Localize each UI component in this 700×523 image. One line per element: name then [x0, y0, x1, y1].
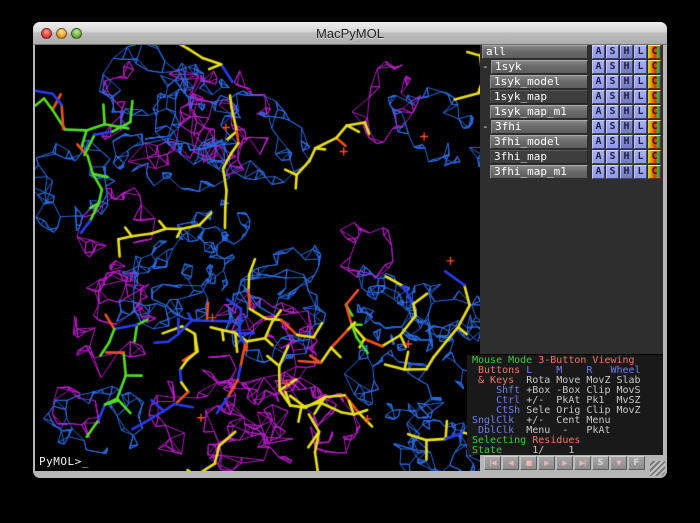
- mouse-mode-panel: Mouse Mode 3-Button Viewing Buttons L M …: [467, 354, 663, 455]
- object-name-1syk_model[interactable]: 1syk_model: [490, 75, 588, 89]
- hide-menu-button[interactable]: H: [620, 75, 633, 89]
- playback-controls: |◀◀■▶▶▶|S▼F: [484, 456, 646, 470]
- action-menu-button[interactable]: A: [592, 45, 605, 59]
- object-list: allASHLC-1sykASHLC1syk_modelASHLC1syk_ma…: [480, 45, 663, 179]
- action-menu-button[interactable]: A: [592, 105, 605, 119]
- mouse-panel-text: State: [472, 445, 502, 456]
- color-menu-button[interactable]: C: [648, 120, 661, 134]
- hide-menu-button[interactable]: H: [620, 60, 633, 74]
- color-menu-button[interactable]: C: [648, 150, 661, 164]
- label-menu-button[interactable]: L: [634, 120, 647, 134]
- object-row-all: all ASHLC: [482, 45, 661, 59]
- show-menu-button[interactable]: S: [606, 75, 619, 89]
- collapse-toggle-icon[interactable]: -: [482, 60, 491, 74]
- object-name-3fhi_model[interactable]: 3fhi_model: [490, 135, 588, 149]
- object-row-3fhi_model: 3fhi_model ASHLC: [482, 135, 661, 149]
- color-menu-button[interactable]: C: [648, 45, 661, 59]
- action-menu-button[interactable]: A: [592, 150, 605, 164]
- object-row-3fhi_map: 3fhi_map ASHLC: [482, 150, 661, 164]
- color-menu-button[interactable]: C: [648, 60, 661, 74]
- object-name-1syk_map[interactable]: 1syk_map: [490, 90, 588, 104]
- show-menu-button[interactable]: S: [606, 45, 619, 59]
- command-prompt: PyMOL>: [39, 455, 82, 468]
- object-row-1syk_map: 1syk_map ASHLC: [482, 90, 661, 104]
- object-row-1syk_map_m1: 1syk_map_m1 ASHLC: [482, 105, 661, 119]
- show-menu-button[interactable]: S: [606, 90, 619, 104]
- indent-spacer: [482, 90, 490, 104]
- color-menu-button[interactable]: C: [648, 90, 661, 104]
- show-menu-button[interactable]: S: [606, 120, 619, 134]
- hide-menu-button[interactable]: H: [620, 45, 633, 59]
- indent-spacer: [482, 150, 490, 164]
- command-cursor: _: [82, 455, 89, 468]
- step-back-button[interactable]: ◀: [502, 456, 519, 470]
- action-menu-button[interactable]: A: [592, 165, 605, 179]
- resize-grip[interactable]: [650, 461, 665, 476]
- indent-spacer: [482, 165, 490, 179]
- label-menu-button[interactable]: L: [634, 75, 647, 89]
- label-menu-button[interactable]: L: [634, 45, 647, 59]
- molecular-render[interactable]: [35, 45, 480, 471]
- object-row-1syk: -1syk ASHLC: [482, 60, 661, 74]
- command-input[interactable]: PyMOL>_: [39, 455, 89, 468]
- label-menu-button[interactable]: L: [634, 105, 647, 119]
- object-name-1syk[interactable]: 1syk: [491, 60, 588, 74]
- collapse-toggle-icon[interactable]: -: [482, 120, 491, 134]
- object-name-3fhi[interactable]: 3fhi: [491, 120, 588, 134]
- step-forward-button[interactable]: ▶: [556, 456, 573, 470]
- label-menu-button[interactable]: L: [634, 165, 647, 179]
- action-menu-button[interactable]: A: [592, 135, 605, 149]
- action-menu-button[interactable]: A: [592, 75, 605, 89]
- color-menu-button[interactable]: C: [648, 135, 661, 149]
- fullscreen-button[interactable]: F: [628, 456, 645, 470]
- object-name-1syk_map_m1[interactable]: 1syk_map_m1: [490, 105, 588, 119]
- action-menu-button[interactable]: A: [592, 90, 605, 104]
- show-menu-button[interactable]: S: [606, 135, 619, 149]
- color-menu-button[interactable]: C: [648, 75, 661, 89]
- 3d-viewport[interactable]: PyMOL>_: [35, 45, 480, 471]
- object-row-1syk_model: 1syk_model ASHLC: [482, 75, 661, 89]
- object-name-all[interactable]: all: [482, 45, 588, 59]
- indent-spacer: [482, 135, 490, 149]
- color-menu-button[interactable]: C: [648, 105, 661, 119]
- show-menu-button[interactable]: S: [606, 60, 619, 74]
- macpymol-window: MacPyMOL PyMOL>_ allASHLC-1sykASHLC1syk_…: [33, 22, 667, 478]
- mouse-panel-text: 1/ 1: [502, 445, 574, 456]
- titlebar[interactable]: MacPyMOL: [33, 22, 667, 45]
- skip-end-button[interactable]: ▶|: [574, 456, 591, 470]
- hide-menu-button[interactable]: H: [620, 150, 633, 164]
- label-menu-button[interactable]: L: [634, 150, 647, 164]
- label-menu-button[interactable]: L: [634, 60, 647, 74]
- indent-spacer: [482, 105, 490, 119]
- play-button[interactable]: ▶: [538, 456, 555, 470]
- object-name-3fhi_map[interactable]: 3fhi_map: [490, 150, 588, 164]
- window-title: MacPyMOL: [33, 26, 667, 41]
- hide-menu-button[interactable]: H: [620, 120, 633, 134]
- action-menu-button[interactable]: A: [592, 120, 605, 134]
- show-menu-button[interactable]: S: [606, 165, 619, 179]
- action-menu-button[interactable]: A: [592, 60, 605, 74]
- label-menu-button[interactable]: L: [634, 135, 647, 149]
- stop-button[interactable]: ■: [520, 456, 537, 470]
- hide-menu-button[interactable]: H: [620, 90, 633, 104]
- object-row-3fhi: -3fhi ASHLC: [482, 120, 661, 134]
- show-menu-button[interactable]: S: [606, 150, 619, 164]
- hide-menu-button[interactable]: H: [620, 105, 633, 119]
- hide-menu-button[interactable]: H: [620, 135, 633, 149]
- indent-spacer: [482, 75, 490, 89]
- show-menu-button[interactable]: S: [606, 105, 619, 119]
- color-menu-button[interactable]: C: [648, 165, 661, 179]
- menu-down-button[interactable]: ▼: [610, 456, 627, 470]
- scene-button[interactable]: S: [592, 456, 609, 470]
- skip-start-button[interactable]: |◀: [484, 456, 501, 470]
- label-menu-button[interactable]: L: [634, 90, 647, 104]
- object-name-3fhi_map_m1[interactable]: 3fhi_map_m1: [490, 165, 588, 179]
- object-row-3fhi_map_m1: 3fhi_map_m1 ASHLC: [482, 165, 661, 179]
- hide-menu-button[interactable]: H: [620, 165, 633, 179]
- mouse-panel-line-9[interactable]: State 1/ 1: [472, 446, 663, 456]
